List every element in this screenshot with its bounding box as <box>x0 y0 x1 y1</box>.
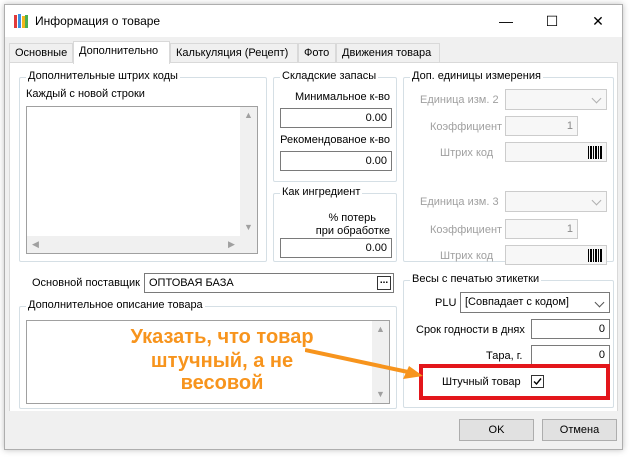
dialog-footer: OK Отмена <box>5 411 622 449</box>
scroll-down-icon[interactable]: ▼ <box>372 386 389 403</box>
stock-title: Складские запасы <box>280 70 379 82</box>
chevron-down-icon <box>591 195 602 206</box>
minimize-button[interactable]: — <box>483 5 529 37</box>
scroll-up-icon[interactable]: ▲ <box>240 107 257 124</box>
barcode2-label: Штрих код <box>440 147 494 159</box>
ok-button[interactable]: OK <box>459 419 534 441</box>
supplier-input[interactable]: ОПТОВАЯ БАЗА ... <box>144 273 394 293</box>
coef3-input[interactable]: 1 <box>505 219 578 239</box>
extra-barcodes-title: Дополнительные штрих коды <box>26 70 180 82</box>
extra-barcodes-hint: Каждый с новой строки <box>26 88 145 100</box>
scroll-down-icon[interactable]: ▼ <box>240 219 257 236</box>
description-title: Дополнительное описание товара <box>26 299 205 311</box>
scroll-up-icon[interactable]: ▲ <box>372 321 389 338</box>
maximize-button[interactable]: ☐ <box>529 5 575 37</box>
barcode2-input[interactable] <box>505 142 607 162</box>
unit2-select[interactable] <box>505 89 607 110</box>
loss-percent-input[interactable]: 0.00 <box>280 238 392 258</box>
scroll-right-icon[interactable]: ▶ <box>223 236 240 253</box>
coef2-label: Коэффициент <box>430 121 503 133</box>
tab-main[interactable]: Основные <box>9 43 73 63</box>
tare-input[interactable]: 0 <box>531 345 610 365</box>
annotation-line2: штучный, а не весовой <box>150 350 294 394</box>
min-qty-input[interactable]: 0.00 <box>280 108 392 128</box>
ingredient-title: Как ингредиент <box>280 186 363 198</box>
extra-barcodes-group: Дополнительные штрих коды Каждый с новой… <box>19 70 267 262</box>
highlight-box <box>419 364 610 400</box>
shelf-life-input[interactable]: 0 <box>531 319 610 339</box>
barcode3-input[interactable] <box>505 245 607 265</box>
stock-group: Складские запасы Минимальное к-во 0.00 Р… <box>273 70 397 182</box>
loss-label-line1: % потерь <box>328 212 376 224</box>
barcode-icon[interactable] <box>588 146 602 159</box>
shelf-life-label: Срок годности в днях <box>416 324 525 336</box>
scroll-left-icon[interactable]: ◀ <box>27 236 44 253</box>
cancel-button[interactable]: Отмена <box>542 419 617 441</box>
plu-select[interactable]: [Совпадает с кодом] <box>460 292 610 313</box>
min-qty-label: Минимальное к-во <box>294 91 390 103</box>
ingredient-group: Как ингредиент % потерь при обработке 0.… <box>273 186 397 262</box>
extra-units-group: Доп. единицы измерения Единица изм. 2 Ко… <box>403 70 614 265</box>
scroll-corner <box>240 236 257 253</box>
scales-title: Весы с печатью этикетки <box>410 273 542 285</box>
loss-label-line2: при обработке <box>315 225 390 237</box>
plu-label: PLU <box>435 297 457 309</box>
coef3-label: Коэффициент <box>430 224 503 236</box>
product-info-window: Информация о товаре — ☐ ✕ Основные Допол… <box>4 4 623 450</box>
extra-barcodes-textarea[interactable]: ▲ ▼ ◀ ▶ <box>26 106 258 254</box>
supplier-value: ОПТОВАЯ БАЗА <box>149 277 234 289</box>
tare-label: Тара, г. <box>486 350 523 362</box>
chevron-down-icon <box>591 93 602 104</box>
annotation-line1: Указать, что товар <box>130 326 314 348</box>
chevron-down-icon <box>594 297 605 308</box>
rec-qty-label: Рекомендованое к-во <box>280 134 390 146</box>
tab-calculation[interactable]: Калькуляция (Рецепт) <box>170 43 298 63</box>
window-title: Информация о товаре <box>35 14 161 28</box>
unit2-label: Единица изм. 2 <box>420 94 499 106</box>
coef2-input[interactable]: 1 <box>505 116 578 136</box>
plu-value: [Совпадает с кодом] <box>465 296 569 308</box>
supplier-label: Основной поставщик <box>32 277 140 289</box>
title-bar: Информация о товаре — ☐ ✕ <box>5 5 622 37</box>
close-button[interactable]: ✕ <box>575 5 621 37</box>
unit3-label: Единица изм. 3 <box>420 196 499 208</box>
barcode3-label: Штрих код <box>440 250 494 262</box>
tab-photo[interactable]: Фото <box>298 43 336 63</box>
barcodes-horizontal-scrollbar[interactable]: ◀ ▶ <box>27 236 240 253</box>
browse-ellipsis-icon[interactable]: ... <box>377 276 391 290</box>
extra-units-title: Доп. единицы измерения <box>410 70 543 82</box>
barcodes-vertical-scrollbar[interactable]: ▲ ▼ <box>240 107 257 236</box>
unit3-select[interactable] <box>505 191 607 212</box>
app-books-icon <box>14 14 28 28</box>
additional-tab-panel: Дополнительные штрих коды Каждый с новой… <box>9 62 618 414</box>
tab-additional[interactable]: Дополнительно <box>73 41 170 64</box>
rec-qty-input[interactable]: 0.00 <box>280 151 392 171</box>
tab-movements[interactable]: Движения товара <box>336 43 440 63</box>
barcode-icon[interactable] <box>588 249 602 262</box>
